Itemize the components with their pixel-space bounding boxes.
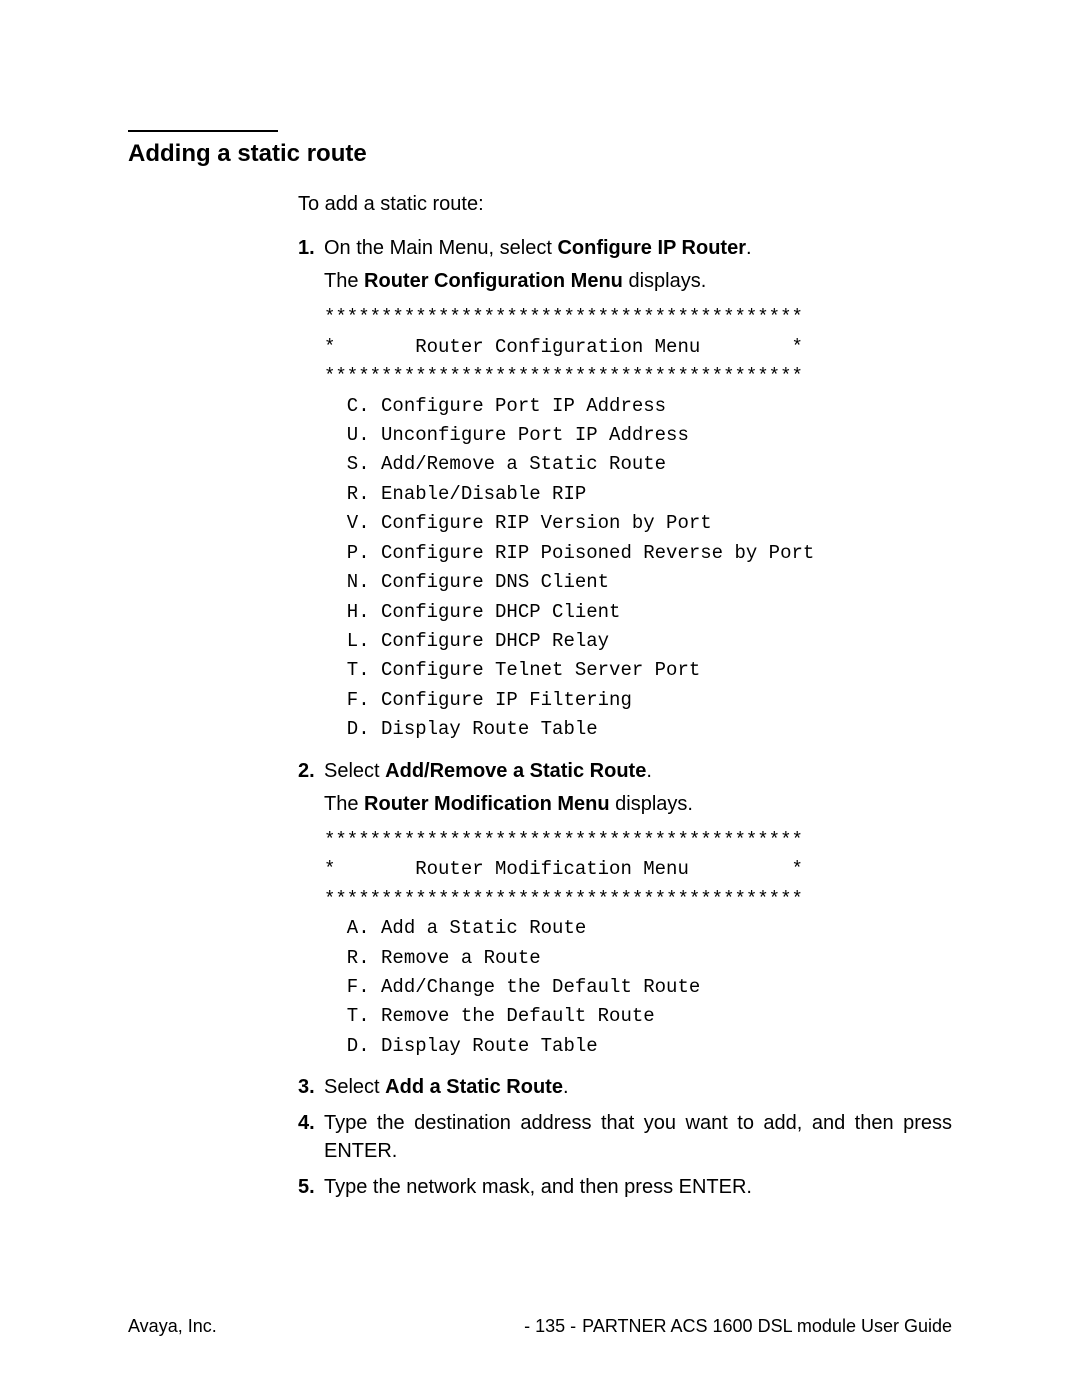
content-area: To add a static route: 1. On the Main Me… [298, 193, 952, 1201]
text-suffix: . [746, 237, 752, 259]
text-prefix: The [324, 270, 364, 292]
text-bold: Add/Remove a Static Route [385, 760, 646, 782]
text-prefix: The [324, 793, 364, 815]
text-suffix: . [646, 760, 652, 782]
step-text: Type the network mask, and then press EN… [324, 1173, 952, 1201]
step-number: 2. [298, 757, 324, 785]
text-bold: Router Modification Menu [364, 793, 610, 815]
step-number: 4. [298, 1109, 324, 1165]
step-4: 4. Type the destination address that you… [298, 1109, 952, 1165]
router-config-menu: ****************************************… [324, 303, 952, 745]
text-suffix: displays. [610, 793, 693, 815]
heading-rule [128, 130, 278, 132]
page-footer: Avaya, Inc. - 135 - PARTNER ACS 1600 DSL… [128, 1316, 952, 1337]
step-number: 5. [298, 1173, 324, 1201]
text-bold: Configure IP Router [557, 237, 746, 259]
text-prefix: Select [324, 760, 385, 782]
step-3: 3. Select Add a Static Route. [298, 1073, 952, 1101]
step-2: 2. Select Add/Remove a Static Route. [298, 757, 952, 785]
step-text: Select Add/Remove a Static Route. [324, 757, 952, 785]
step-2-sub: The Router Modification Menu displays. [324, 793, 952, 816]
step-5: 5. Type the network mask, and then press… [298, 1173, 952, 1201]
step-number: 1. [298, 234, 324, 262]
text-prefix: Select [324, 1076, 385, 1098]
step-1-sub: The Router Configuration Menu displays. [324, 270, 952, 293]
text-bold: Add a Static Route [385, 1076, 563, 1098]
document-page: Adding a static route To add a static ro… [0, 0, 1080, 1269]
text-suffix: . [563, 1076, 569, 1098]
text-prefix: On the Main Menu, select [324, 237, 557, 259]
footer-right: - 135 - PARTNER ACS 1600 DSL module User… [524, 1316, 952, 1337]
step-1: 1. On the Main Menu, select Configure IP… [298, 234, 952, 262]
footer-page-number: - 135 - [524, 1316, 576, 1337]
step-text: Select Add a Static Route. [324, 1073, 952, 1101]
text-bold: Router Configuration Menu [364, 270, 623, 292]
footer-company: Avaya, Inc. [128, 1316, 217, 1337]
router-modification-menu: ****************************************… [324, 826, 952, 1062]
step-text: On the Main Menu, select Configure IP Ro… [324, 234, 952, 262]
intro-text: To add a static route: [298, 193, 952, 216]
step-text: Type the destination address that you wa… [324, 1109, 952, 1165]
step-number: 3. [298, 1073, 324, 1101]
section-heading: Adding a static route [128, 138, 952, 169]
footer-guide-title: PARTNER ACS 1600 DSL module User Guide [582, 1316, 952, 1337]
text-suffix: displays. [623, 270, 706, 292]
